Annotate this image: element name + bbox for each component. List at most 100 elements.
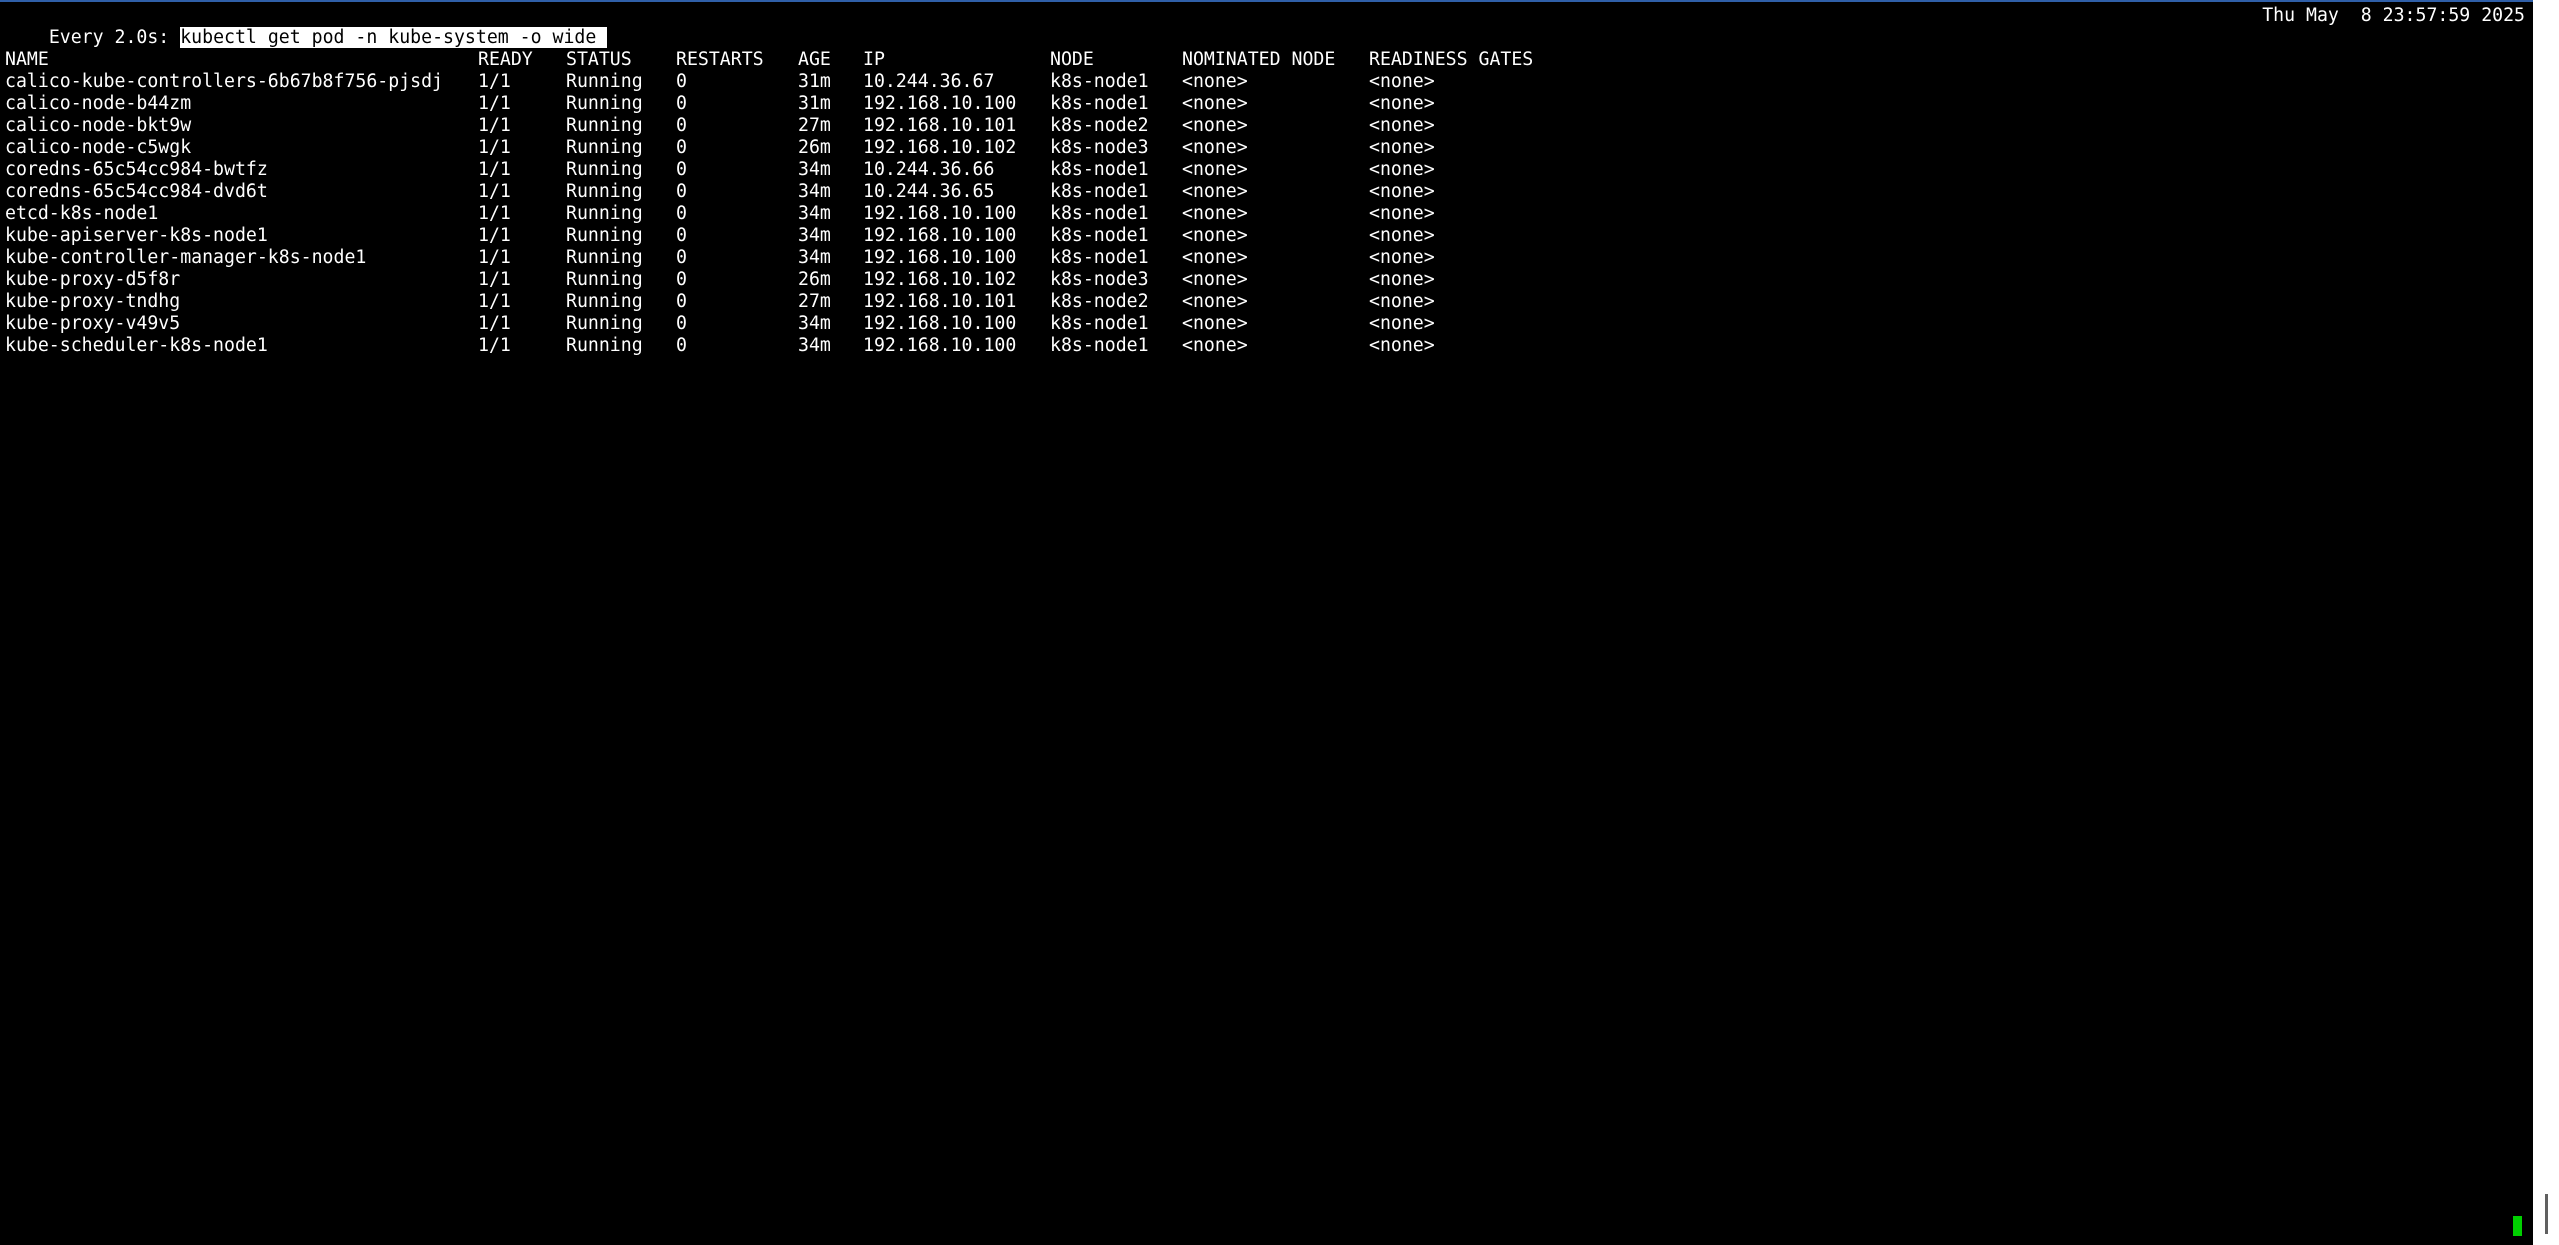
column-header-readiness-gates: READINESS GATES [1369,49,1534,70]
pod-name: etcd-k8s-node1 [5,203,159,224]
pod-node: k8s-node1 [1050,335,1149,356]
pod-status: Running [566,225,643,246]
pod-ready: 1/1 [478,313,511,334]
pod-restarts: 0 [676,115,687,136]
pod-restarts: 0 [676,291,687,312]
pod-nominated-node: <none> [1182,269,1248,290]
pod-node: k8s-node1 [1050,93,1149,114]
table-row: coredns-65c54cc984-dvd6t 1/1 Running 0 3… [5,181,2525,203]
pod-nominated-node: <none> [1182,181,1248,202]
pod-node: k8s-node3 [1050,269,1149,290]
pod-restarts: 0 [676,269,687,290]
pod-nominated-node: <none> [1182,291,1248,312]
pod-node: k8s-node1 [1050,247,1149,268]
pod-ip: 192.168.10.101 [863,291,1017,312]
table-row: kube-proxy-d5f8r 1/1 Running 0 26m 192.1… [5,269,2525,291]
pod-node: k8s-node2 [1050,291,1149,312]
pods-table: NAME READY STATUS RESTARTS AGE IP NODE N… [5,49,2525,357]
pod-age: 31m [798,71,831,92]
watch-interval: Every 2.0s: [48,27,181,48]
pod-node: k8s-node1 [1050,225,1149,246]
pod-node: k8s-node1 [1050,313,1149,334]
watch-command[interactable]: kubectl get pod -n kube-system -o wide [180,27,608,48]
table-header-row: NAME READY STATUS RESTARTS AGE IP NODE N… [5,49,2525,71]
scrollbar-thumb[interactable] [2545,1194,2548,1234]
pod-name: coredns-65c54cc984-dvd6t [5,181,268,202]
pod-restarts: 0 [676,335,687,356]
table-row: kube-apiserver-k8s-node1 1/1 Running 0 3… [5,225,2525,247]
table-row: kube-proxy-tndhg 1/1 Running 0 27m 192.1… [5,291,2525,313]
pod-age: 26m [798,269,831,290]
pod-ip: 10.244.36.65 [863,181,995,202]
watch-datetime: Thu May 8 23:57:59 2025 [2262,5,2525,26]
terminal-output[interactable]: Every 2.0s: kubectl get pod -n kube-syst… [5,5,2525,1241]
pod-nominated-node: <none> [1182,203,1248,224]
table-row: calico-kube-controllers-6b67b8f756-pjsdj… [5,71,2525,93]
table-row: calico-node-bkt9w 1/1 Running 0 27m 192.… [5,115,2525,137]
pod-restarts: 0 [676,181,687,202]
pod-readiness-gates: <none> [1369,335,1435,356]
pod-name: coredns-65c54cc984-bwtfz [5,159,268,180]
pod-ready: 1/1 [478,93,511,114]
pod-name: kube-proxy-d5f8r [5,269,181,290]
pod-name: kube-apiserver-k8s-node1 [5,225,268,246]
pod-readiness-gates: <none> [1369,71,1435,92]
pod-restarts: 0 [676,137,687,158]
pod-readiness-gates: <none> [1369,181,1435,202]
table-row: kube-proxy-v49v5 1/1 Running 0 34m 192.1… [5,313,2525,335]
pod-age: 31m [798,93,831,114]
pod-ip: 192.168.10.102 [863,137,1017,158]
pod-restarts: 0 [676,225,687,246]
pod-ip: 10.244.36.66 [863,159,995,180]
window-top-border [0,0,2559,2]
pod-node: k8s-node1 [1050,71,1149,92]
pod-age: 34m [798,181,831,202]
pod-ip: 192.168.10.100 [863,225,1017,246]
pod-ready: 1/1 [478,115,511,136]
pod-ready: 1/1 [478,247,511,268]
pod-restarts: 0 [676,71,687,92]
pod-name: calico-node-b44zm [5,93,192,114]
table-row: etcd-k8s-node1 1/1 Running 0 34m 192.168… [5,203,2525,225]
pod-nominated-node: <none> [1182,335,1248,356]
pod-restarts: 0 [676,159,687,180]
column-header-nominated-node: NOMINATED NODE [1182,49,1336,70]
pod-ready: 1/1 [478,203,511,224]
pod-name: calico-node-c5wgk [5,137,192,158]
column-header-restarts: RESTARTS [676,49,764,70]
pod-readiness-gates: <none> [1369,203,1435,224]
pod-ip: 192.168.10.101 [863,115,1017,136]
pod-node: k8s-node1 [1050,159,1149,180]
watch-header: Every 2.0s: kubectl get pod -n kube-syst… [5,5,2525,48]
pod-ready: 1/1 [478,71,511,92]
pod-readiness-gates: <none> [1369,269,1435,290]
pod-nominated-node: <none> [1182,71,1248,92]
pod-name: kube-proxy-v49v5 [5,313,181,334]
pod-nominated-node: <none> [1182,115,1248,136]
column-header-status: STATUS [566,49,632,70]
pod-name: kube-proxy-tndhg [5,291,181,312]
pod-readiness-gates: <none> [1369,137,1435,158]
pod-ready: 1/1 [478,181,511,202]
terminal-cursor [2513,1216,2522,1236]
pod-ready: 1/1 [478,137,511,158]
pod-readiness-gates: <none> [1369,115,1435,136]
pod-restarts: 0 [676,93,687,114]
pod-readiness-gates: <none> [1369,225,1435,246]
pod-name: kube-controller-manager-k8s-node1 [5,247,367,268]
column-header-ready: READY [478,49,533,70]
scrollbar[interactable] [2533,0,2559,1245]
pod-name: kube-scheduler-k8s-node1 [5,335,268,356]
pod-nominated-node: <none> [1182,159,1248,180]
pod-age: 27m [798,291,831,312]
pod-nominated-node: <none> [1182,137,1248,158]
pod-node: k8s-node2 [1050,115,1149,136]
pod-age: 34m [798,335,831,356]
pod-ready: 1/1 [478,269,511,290]
pod-restarts: 0 [676,247,687,268]
pod-ip: 192.168.10.100 [863,93,1017,114]
pod-name: calico-kube-controllers-6b67b8f756-pjsdj [5,71,443,92]
pod-status: Running [566,71,643,92]
pod-status: Running [566,181,643,202]
pod-readiness-gates: <none> [1369,313,1435,334]
